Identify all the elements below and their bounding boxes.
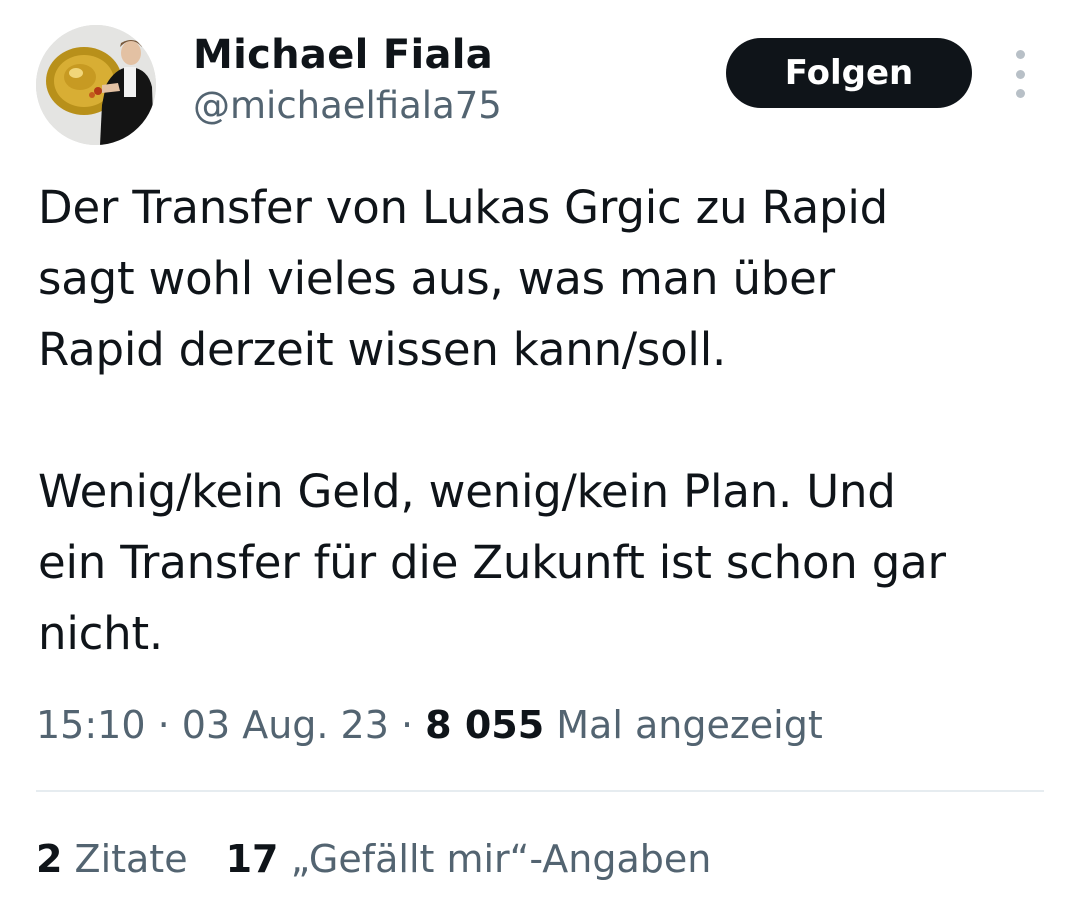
more-dot: [1015, 50, 1025, 59]
meta-separator: ·: [388, 703, 426, 747]
avatar[interactable]: [36, 25, 156, 145]
views-label: Mal angezeigt: [544, 703, 823, 747]
divider: [36, 790, 1044, 792]
more-dot: [1015, 89, 1025, 98]
meta-separator: ·: [145, 703, 182, 747]
likes-link[interactable]: 17 „Gefällt mir“-Angaben: [226, 837, 712, 881]
quotes-count: 2: [36, 837, 63, 881]
author-handle[interactable]: @michaelfiala75: [193, 84, 502, 127]
views-count: 8 055: [425, 703, 545, 747]
quotes-link[interactable]: 2 Zitate: [36, 837, 188, 881]
likes-count: 17: [225, 837, 279, 881]
tweet-time[interactable]: 15:10: [36, 703, 146, 747]
quotes-label: Zitate: [62, 837, 188, 881]
tweet-meta: 15:10 · 03 Aug. 23 · 8 055 Mal angezeigt: [36, 703, 823, 747]
likes-label: „Gefällt mir“-Angaben: [278, 837, 712, 881]
more-dot: [1015, 69, 1025, 79]
follow-button[interactable]: Folgen: [726, 38, 972, 108]
tweet-stats: 2 Zitate 17 „Gefällt mir“-Angaben: [36, 837, 711, 881]
tweet-date[interactable]: 03 Aug. 23: [182, 703, 389, 747]
more-vertical-icon[interactable]: [1004, 50, 1036, 98]
tweet-text: Der Transfer von Lukas Grgic zu Rapid sa…: [38, 181, 946, 660]
author-name[interactable]: Michael Fiala: [193, 32, 493, 78]
profile-photo: [36, 25, 156, 145]
tweet-card: Michael Fiala @michaelfiala75 Folgen Der…: [0, 0, 1080, 918]
